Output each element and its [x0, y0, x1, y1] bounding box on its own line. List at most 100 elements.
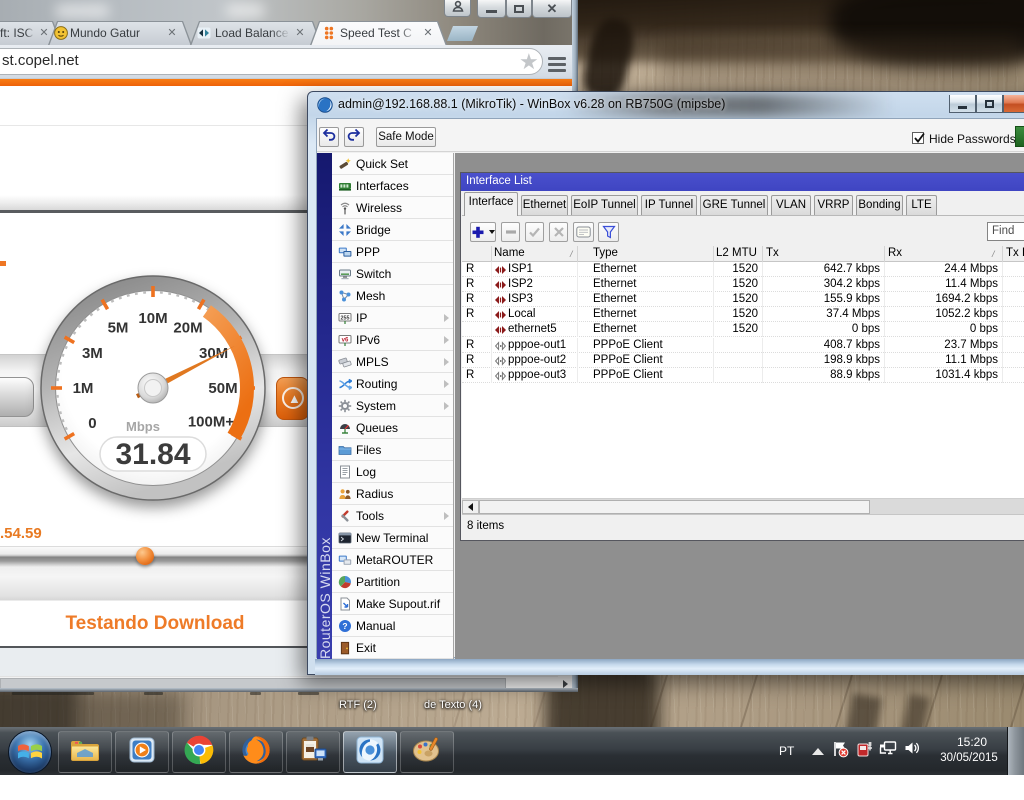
desktop-icon-label[interactable]: RTF (2): [339, 699, 377, 711]
column-header-l2-mtu[interactable]: L2 MTU: [716, 247, 757, 259]
taskbar-app-firefox[interactable]: [229, 731, 283, 773]
progress-slider-handle[interactable]: [136, 547, 154, 565]
interface-list-hscrollbar[interactable]: [462, 498, 1024, 514]
sidebar-item-new-terminal[interactable]: New Terminal: [332, 527, 453, 549]
comment-button[interactable]: [573, 222, 594, 242]
enable-button[interactable]: [525, 222, 544, 242]
iflist-tab-bonding[interactable]: Bonding: [856, 195, 903, 216]
start-button[interactable]: [8, 730, 52, 774]
taskbar-app-media-player[interactable]: [115, 731, 169, 773]
scroll-left-button[interactable]: [462, 500, 479, 514]
download-button[interactable]: [0, 377, 34, 417]
upload-button[interactable]: ▲: [276, 377, 309, 420]
browser-maximize-button[interactable]: [506, 0, 532, 18]
filter-button[interactable]: [598, 222, 619, 242]
browser-close-button[interactable]: ✕: [532, 0, 572, 18]
sidebar-item-manual[interactable]: ? Manual: [332, 615, 453, 637]
browser-menu-button[interactable]: [548, 54, 566, 75]
sidebar-item-interfaces[interactable]: Interfaces: [332, 175, 453, 197]
winbox-maximize-button[interactable]: [976, 95, 1003, 113]
iflist-tab-interface[interactable]: Interface: [464, 192, 518, 216]
interface-row-ISP2[interactable]: R ISP2 Ethernet 1520 304.2 kbps 11.4 Mbps: [462, 277, 1024, 293]
winbox-minimize-button[interactable]: [949, 95, 976, 113]
taskbar-app-chrome[interactable]: [172, 731, 226, 773]
sidebar-item-switch[interactable]: Switch: [332, 263, 453, 285]
sidebar-item-routing[interactable]: Routing: [332, 373, 453, 395]
interface-row-pppoe-out2[interactable]: Rpppoe-out2 PPPoE Client 198.9 kbps 11.1 Mb…: [462, 352, 1024, 368]
interface-row-pppoe-out1[interactable]: Rpppoe-out1 PPPoE Client 408.7 kbps 23.7 Mb…: [462, 337, 1024, 353]
taskbar-app-explorer[interactable]: [58, 731, 112, 773]
desktop-icon-label[interactable]: de Texto (4): [424, 699, 482, 711]
browser-tab-speed-test-c[interactable]: Speed Test C ✕: [310, 21, 447, 45]
iflist-tab-eoip-tunnel[interactable]: EoIP Tunnel: [571, 195, 638, 216]
sidebar-item-queues[interactable]: Queues: [332, 417, 453, 439]
find-box[interactable]: Find: [987, 222, 1024, 241]
column-header-rx[interactable]: Rx: [888, 247, 902, 259]
sidebar-item-ppp[interactable]: PPP: [332, 241, 453, 263]
browser-minimize-button[interactable]: [477, 0, 506, 18]
action-center-icon[interactable]: [832, 740, 849, 763]
sidebar-item-mpls[interactable]: MPLS: [332, 351, 453, 373]
interface-table-header[interactable]: Name / Type L2 MTU Tx Rx / Tx Pa: [462, 246, 1024, 262]
sidebar-item-log[interactable]: Log: [332, 461, 453, 483]
column-header-type[interactable]: Type: [593, 247, 618, 259]
tray-clock-time[interactable]: 15:20: [946, 735, 998, 749]
network-icon[interactable]: [879, 740, 898, 761]
sidebar-item-system[interactable]: System: [332, 395, 453, 417]
show-desktop-button[interactable]: [1007, 727, 1024, 775]
usb-device-icon[interactable]: [856, 740, 873, 763]
tab-close-icon[interactable]: ✕: [422, 27, 434, 39]
column-header-tx-pa[interactable]: Tx Pa: [1006, 247, 1024, 259]
browser-profile-button[interactable]: [444, 0, 471, 17]
add-button[interactable]: [470, 222, 496, 242]
sidebar-item-exit[interactable]: Exit: [332, 637, 453, 659]
address-bar[interactable]: [0, 48, 543, 75]
taskbar-app-winbox[interactable]: [343, 731, 397, 773]
taskbar-app-paint[interactable]: [400, 731, 454, 773]
sidebar-item-files[interactable]: Files: [332, 439, 453, 461]
hide-passwords-checkbox[interactable]: [912, 132, 925, 144]
iflist-tab-ip-tunnel[interactable]: IP Tunnel: [641, 195, 697, 216]
sidebar-item-partition[interactable]: Partition: [332, 571, 453, 593]
column-header-name[interactable]: Name: [494, 247, 525, 259]
iflist-tab-vrrp[interactable]: VRRP: [814, 195, 853, 216]
sidebar-item-mesh[interactable]: Mesh: [332, 285, 453, 307]
sidebar-item-metarouter[interactable]: MetaROUTER: [332, 549, 453, 571]
sidebar-item-wireless[interactable]: Wireless: [332, 197, 453, 219]
new-tab-button[interactable]: [447, 26, 478, 41]
browser-tab-mundo-gatur[interactable]: Mundo Gatur ✕: [48, 21, 192, 45]
scrollbar-thumb[interactable]: [479, 500, 870, 514]
interface-row-ISP1[interactable]: R ISP1 Ethernet 1520 642.7 kbps 24.4 Mbps: [462, 262, 1024, 278]
interface-list-titlebar[interactable]: Interface List ✕: [461, 173, 1024, 191]
column-header-tx[interactable]: Tx: [766, 247, 779, 259]
winbox-close-button[interactable]: ✕: [1003, 95, 1024, 113]
tab-close-icon[interactable]: ✕: [294, 27, 306, 39]
tray-expand-icon[interactable]: [812, 748, 824, 755]
sidebar-item-ip[interactable]: 255 IP: [332, 307, 453, 329]
taskbar-app-clipboard-app[interactable]: [286, 731, 340, 773]
sidebar-item-radius[interactable]: Radius: [332, 483, 453, 505]
url-text[interactable]: st.copel.net: [2, 52, 79, 69]
interface-row-Local[interactable]: R Local Ethernet 1520 37.4 Mbps 1052.2 kbps: [462, 307, 1024, 323]
tray-clock-date[interactable]: 30/05/2015: [936, 752, 1002, 764]
iflist-tab-ethernet[interactable]: Ethernet: [521, 195, 568, 216]
sidebar-item-quick-set[interactable]: Quick Set: [332, 153, 453, 175]
sidebar-item-tools[interactable]: Tools: [332, 505, 453, 527]
interface-row-pppoe-out3[interactable]: Rpppoe-out3 PPPoE Client 88.9 kbps 1031.4 k…: [462, 367, 1024, 383]
iflist-tab-vlan[interactable]: VLAN: [771, 195, 811, 216]
tray-language[interactable]: PT: [779, 744, 794, 758]
sidebar-item-bridge[interactable]: Bridge: [332, 219, 453, 241]
interface-row-ISP3[interactable]: R ISP3 Ethernet 1520 155.9 kbps 1694.2 kbps: [462, 292, 1024, 308]
sidebar-item-make-supout-rif[interactable]: Make Supout.rif: [332, 593, 453, 615]
iflist-tab-lte[interactable]: LTE: [906, 195, 937, 216]
remove-button[interactable]: [501, 222, 520, 242]
disable-button[interactable]: [549, 222, 568, 242]
volume-icon[interactable]: [904, 740, 921, 761]
undo-button[interactable]: [319, 127, 339, 147]
safe-mode-button[interactable]: Safe Mode: [376, 127, 436, 147]
sidebar-item-ipv6[interactable]: v6 IPv6: [332, 329, 453, 351]
interface-row-ethernet5[interactable]: ethernet5 Ethernet 1520 0 bps 0 bps: [462, 322, 1024, 338]
tab-close-icon[interactable]: ✕: [166, 27, 178, 39]
bookmark-star-icon[interactable]: ★: [519, 49, 539, 75]
iflist-tab-gre-tunnel[interactable]: GRE Tunnel: [700, 195, 768, 216]
